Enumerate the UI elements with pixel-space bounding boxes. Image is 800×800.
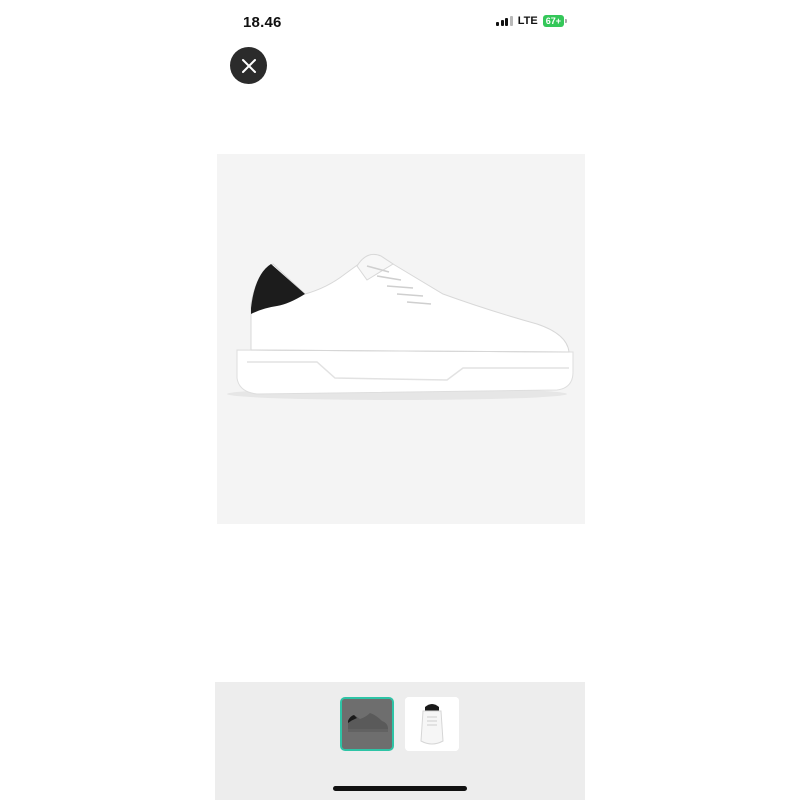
thumbnail-strip bbox=[215, 682, 585, 800]
status-time: 18.46 bbox=[243, 14, 282, 31]
battery-icon: 67+ bbox=[542, 15, 567, 27]
product-image[interactable] bbox=[217, 154, 585, 524]
network-label: LTE bbox=[517, 15, 538, 27]
signal-icon bbox=[496, 16, 513, 26]
thumbnail-side-image bbox=[342, 699, 392, 749]
home-indicator[interactable] bbox=[333, 786, 467, 791]
phone-screen: 18.46 LTE 67+ bbox=[215, 0, 585, 800]
sneaker-illustration bbox=[227, 253, 574, 400]
thumbnail-front-view[interactable] bbox=[405, 697, 459, 751]
close-button[interactable] bbox=[230, 47, 267, 84]
status-indicators: LTE 67+ bbox=[496, 15, 567, 27]
thumbnail-front-image bbox=[405, 697, 459, 751]
close-icon bbox=[241, 58, 256, 73]
battery-level: 67+ bbox=[542, 15, 564, 27]
thumbnail-side-view[interactable] bbox=[340, 697, 394, 751]
